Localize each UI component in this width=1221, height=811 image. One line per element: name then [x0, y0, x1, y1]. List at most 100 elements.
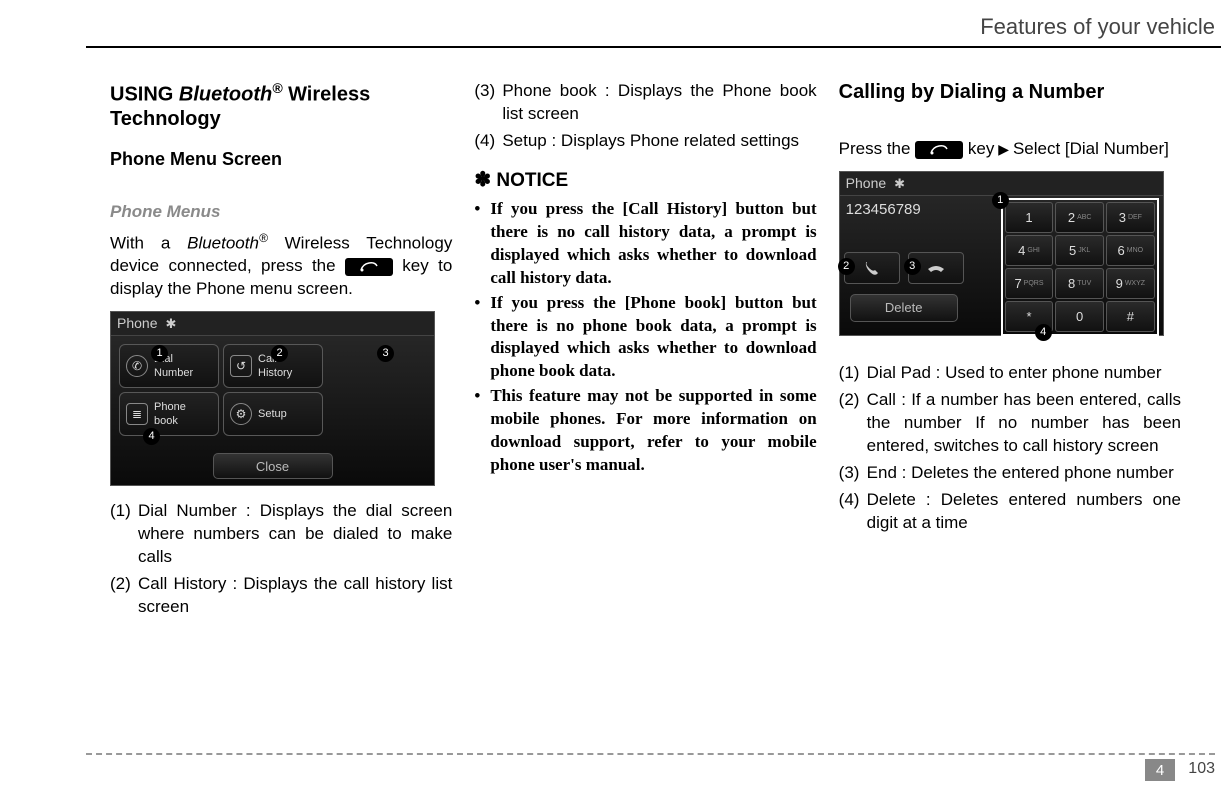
list-item-4: (4) Delete : Deletes entered numbers one…: [839, 489, 1181, 535]
subheading-phone-menu-screen: Phone Menu Screen: [110, 147, 452, 171]
gear-icon: ⚙: [230, 403, 252, 425]
dial-number-screenshot: Phone ✱ 123456789 Delete 12ABC3DEF4GHI5J…: [839, 171, 1164, 336]
dial-pad[interactable]: 12ABC3DEF4GHI5JKL6MNO7PQRS8TUV9WXYZ*0#: [1001, 198, 1159, 336]
press-instruction: Press the key ▶ Select [Dial Number]: [839, 138, 1181, 161]
dial-key[interactable]: 8TUV: [1055, 268, 1104, 299]
callout-3: 3: [904, 258, 921, 275]
press-b: key: [963, 139, 994, 158]
li1-num: (1): [110, 500, 138, 569]
dial-key[interactable]: 0: [1055, 301, 1104, 332]
phone-key-icon: [915, 141, 963, 159]
dial-number-button[interactable]: ✆ DialNumber: [119, 344, 219, 388]
dial-key[interactable]: 3DEF: [1106, 202, 1155, 233]
notice-2: If you press the [Phone book] button but…: [490, 292, 816, 384]
notice-label: NOTICE: [496, 170, 568, 191]
header-divider: [86, 46, 1221, 48]
call-icon: [863, 259, 881, 277]
section-heading-using-bluetooth: USING Bluetooth® Wireless Technology: [110, 80, 452, 131]
phonebook-icon: ≣: [126, 403, 148, 425]
notice-star-icon: ✽: [474, 169, 491, 191]
btn4: Setup: [258, 407, 287, 422]
intro-paragraph: With a Bluetooth® Wireless Technology de…: [110, 230, 452, 301]
column-2: (3) Phone book : Displays the Phone book…: [474, 80, 816, 623]
btn2b: History: [258, 367, 292, 379]
dial-key[interactable]: 2ABC: [1055, 202, 1104, 233]
dial-icon: ✆: [126, 355, 148, 377]
li1-num: (1): [839, 362, 867, 385]
btn3a: Phone: [154, 401, 186, 413]
li4-text: Setup : Displays Phone related settings: [502, 130, 816, 153]
intro-a: With a: [110, 234, 187, 253]
li4-text: Delete : Deletes entered numbers one dig…: [867, 489, 1181, 535]
list-item-2: (2) Call : If a number has been entered,…: [839, 389, 1181, 458]
intro-b: Bluetooth: [187, 234, 259, 253]
phone-menu-screenshot: Phone ✱ ✆ DialNumber ↺ CallHistory ≣ Pho…: [110, 311, 435, 486]
bluetooth-icon: ✱: [165, 315, 176, 333]
list-item-3: (3) Phone book : Displays the Phone book…: [474, 80, 816, 126]
btn1b: Number: [154, 367, 193, 379]
arrow-icon: ▶: [994, 141, 1013, 157]
li1-text: Dial Number : Displays the dial screen w…: [138, 500, 452, 569]
subheading-phone-menus: Phone Menus: [110, 201, 452, 224]
dial-key[interactable]: 5JKL: [1055, 235, 1104, 266]
h2-part-c: ®: [272, 80, 282, 96]
page-number: 103: [1188, 760, 1215, 778]
li2-num: (2): [839, 389, 867, 458]
dial-key[interactable]: 7PQRS: [1005, 268, 1054, 299]
li4-num: (4): [474, 130, 502, 153]
bullet-icon: •: [474, 292, 490, 384]
dial-key[interactable]: 1: [1005, 202, 1054, 233]
header-title: Features of your vehicle: [980, 14, 1215, 40]
shot-title: Phone: [846, 174, 886, 193]
notice-heading: ✽ NOTICE: [474, 167, 816, 194]
notice-1: If you press the [Call History] button b…: [490, 198, 816, 290]
dial-key[interactable]: 6MNO: [1106, 235, 1155, 266]
delete-button[interactable]: Delete: [850, 294, 958, 322]
list-item-1: (1) Dial Pad : Used to enter phone numbe…: [839, 362, 1181, 385]
phone-key-icon: [345, 258, 393, 276]
end-icon: [926, 259, 946, 277]
notice-list: •If you press the [Call History] button …: [474, 198, 816, 477]
shot-titlebar: Phone ✱: [111, 312, 434, 336]
press-c: Select [Dial Number]: [1013, 139, 1169, 158]
setup-button[interactable]: ⚙ Setup: [223, 392, 323, 436]
list-item-2: (2) Call History : Displays the call his…: [110, 573, 452, 619]
dial-key[interactable]: 4GHI: [1005, 235, 1054, 266]
li3-text: End : Deletes the entered phone number: [867, 462, 1181, 485]
callout-2: 2: [838, 258, 855, 275]
li2-text: Call History : Displays the call history…: [138, 573, 452, 619]
bullet-icon: •: [474, 385, 490, 477]
history-icon: ↺: [230, 355, 252, 377]
li2-text: Call : If a number has been entered, cal…: [867, 389, 1181, 458]
footer: 4 103: [86, 753, 1215, 783]
intro-c: ®: [259, 231, 268, 245]
callout-1: 1: [992, 192, 1009, 209]
li3-num: (3): [839, 462, 867, 485]
h2-part-b: Bluetooth: [179, 84, 272, 106]
li3-num: (3): [474, 80, 502, 126]
press-a: Press the: [839, 139, 916, 158]
notice-3: This feature may not be supported in som…: [490, 385, 816, 477]
dial-key[interactable]: #: [1106, 301, 1155, 332]
shot-title: Phone: [117, 314, 157, 333]
close-button[interactable]: Close: [213, 453, 333, 479]
section-heading-calling: Calling by Dialing a Number: [839, 80, 1181, 104]
entered-number: 123456789: [840, 196, 996, 224]
li1-text: Dial Pad : Used to enter phone number: [867, 362, 1181, 385]
list-item-3: (3) End : Deletes the entered phone numb…: [839, 462, 1181, 485]
phone-book-button[interactable]: ≣ Phone book: [119, 392, 219, 436]
list-item-4: (4) Setup : Displays Phone related setti…: [474, 130, 816, 153]
bluetooth-icon: ✱: [894, 175, 905, 193]
section-number: 4: [1145, 759, 1175, 781]
li2-num: (2): [110, 573, 138, 619]
list-item-1: (1) Dial Number : Displays the dial scre…: [110, 500, 452, 569]
li3-text: Phone book : Displays the Phone book lis…: [502, 80, 816, 126]
btn3b: book: [154, 415, 178, 427]
dial-key[interactable]: 9WXYZ: [1106, 268, 1155, 299]
li4-num: (4): [839, 489, 867, 535]
column-3: Calling by Dialing a Number Press the ke…: [839, 80, 1181, 623]
bullet-icon: •: [474, 198, 490, 290]
callout-4: 4: [1035, 324, 1052, 341]
column-1: USING Bluetooth® Wireless Technology Pho…: [110, 80, 452, 623]
h2-part-a: USING: [110, 84, 179, 106]
